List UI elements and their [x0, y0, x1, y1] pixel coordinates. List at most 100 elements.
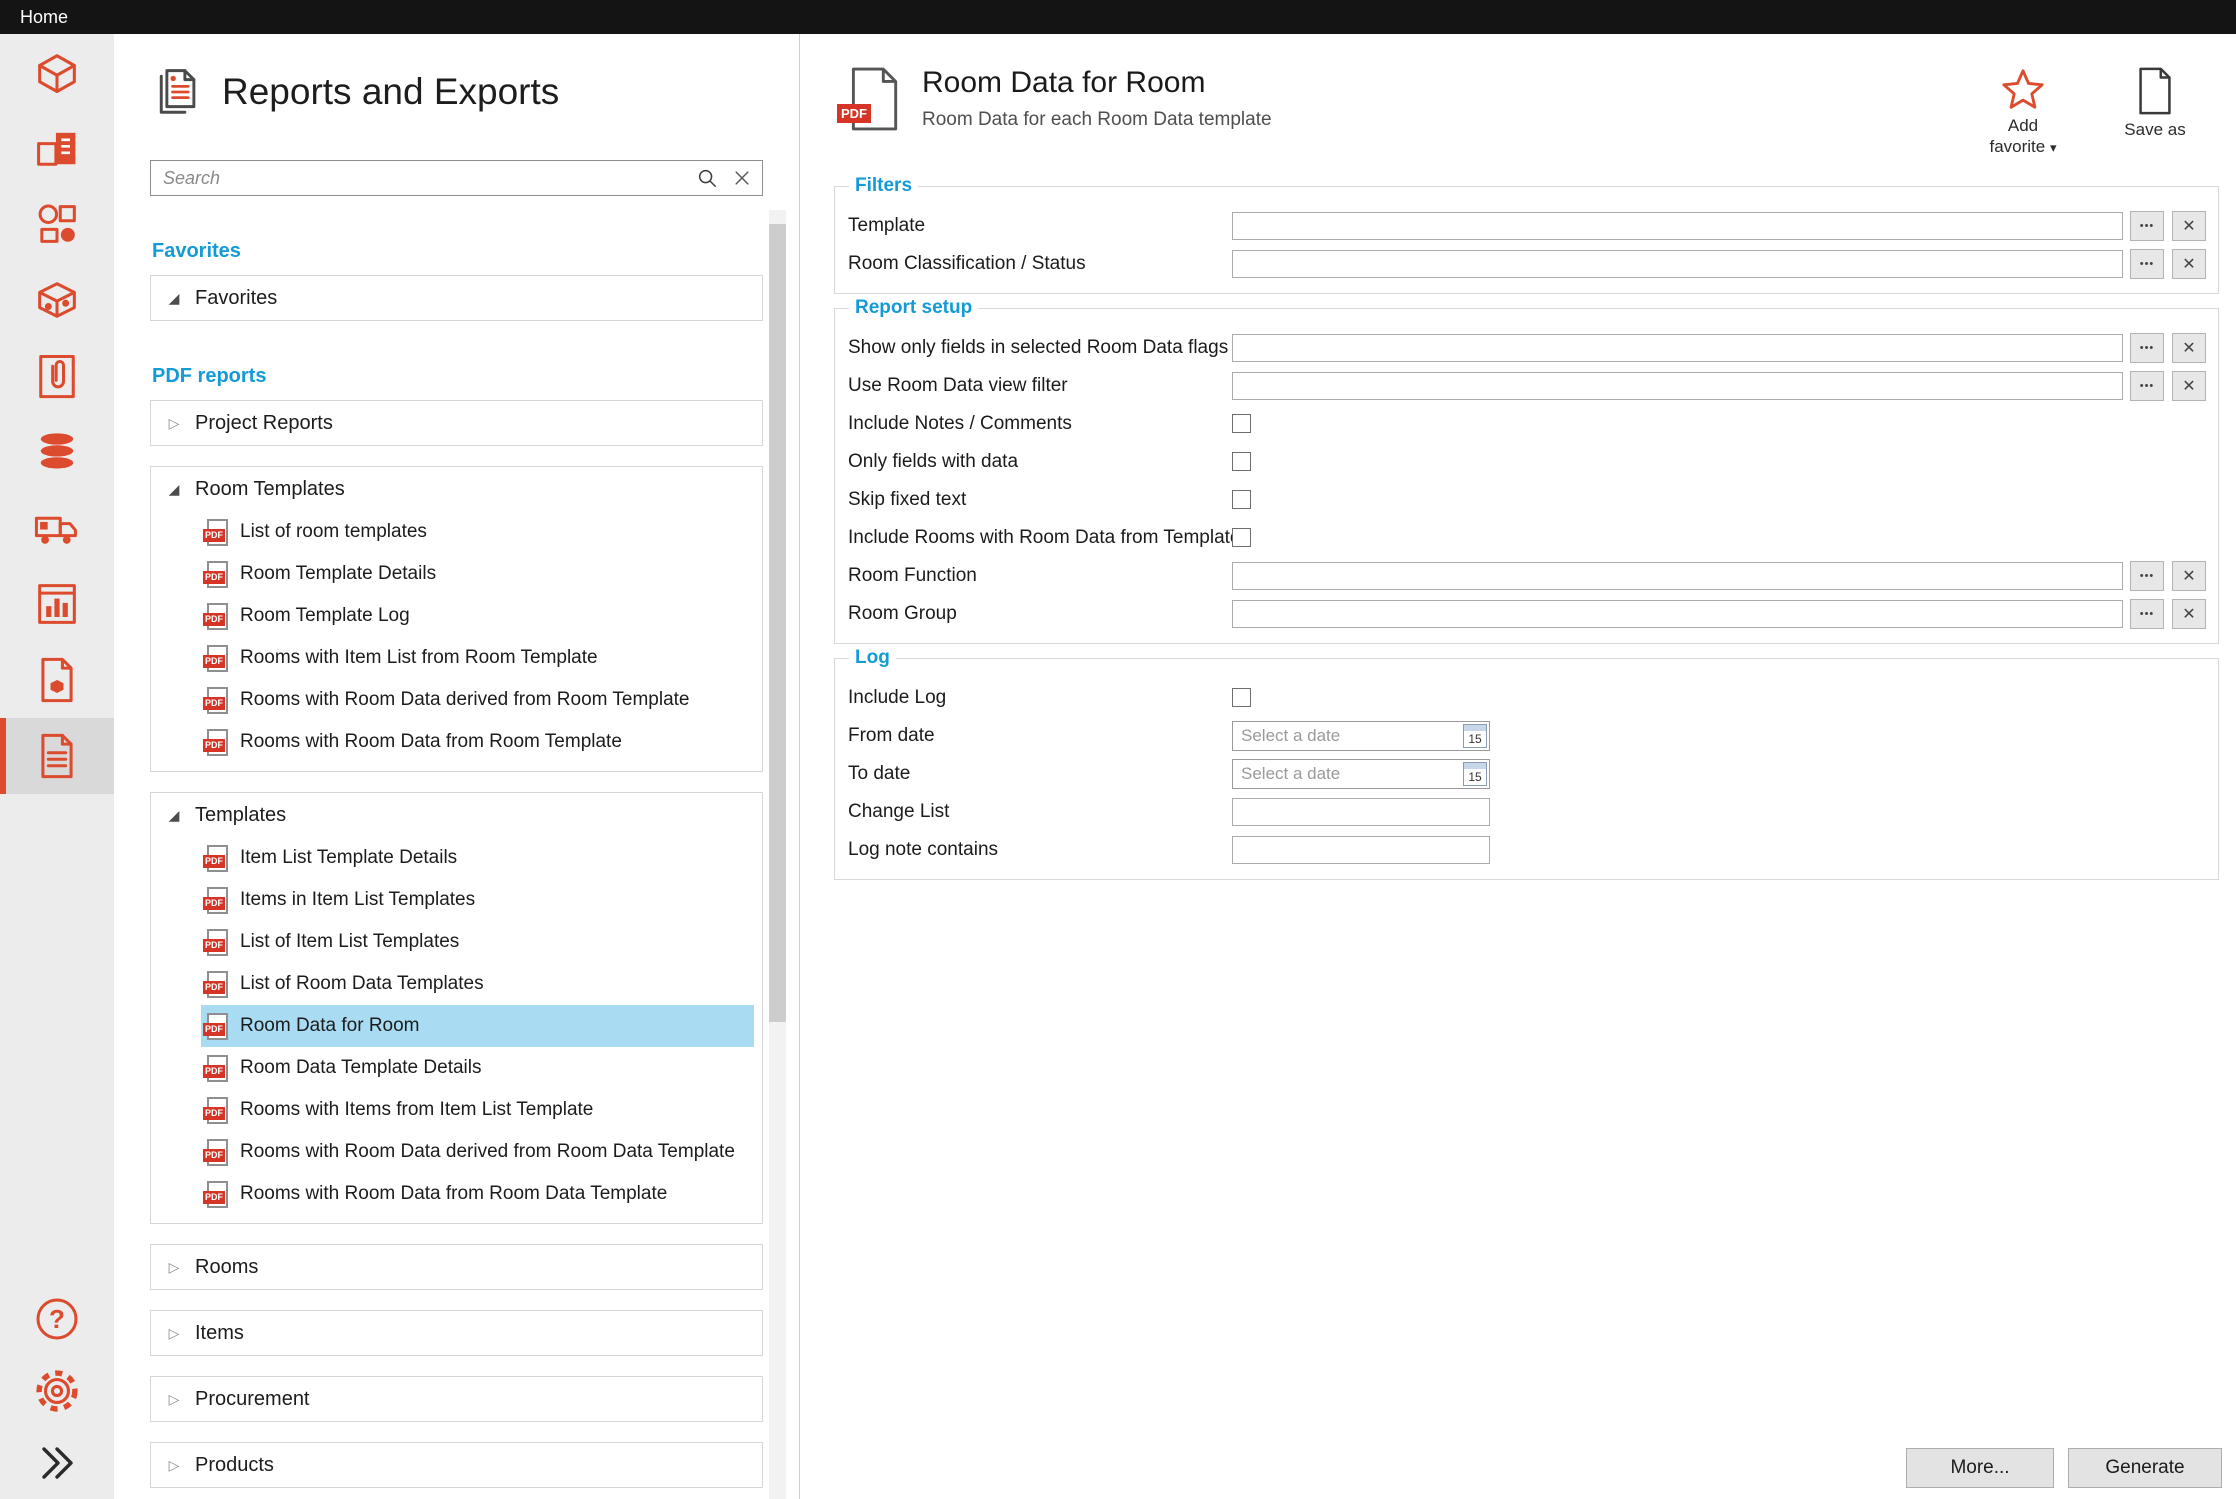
- template-clear-button[interactable]: ✕: [2172, 211, 2206, 241]
- room-function-input[interactable]: [1232, 562, 2123, 590]
- room-classification-input[interactable]: [1232, 250, 2123, 278]
- room-group-browse-button[interactable]: •••: [2130, 599, 2164, 629]
- room-data-flags-clear-button[interactable]: ✕: [2172, 333, 2206, 363]
- report-header: PDF Room Data for Room Room Data for eac…: [800, 34, 2236, 158]
- sidebar-item-box-items[interactable]: [0, 262, 114, 338]
- tree-item[interactable]: PDF Items in Item List Templates: [201, 879, 754, 921]
- tree-item-label: List of Item List Templates: [240, 931, 459, 953]
- generate-button[interactable]: Generate: [2068, 1448, 2222, 1488]
- tree-item[interactable]: PDF Rooms with Room Data derived from Ro…: [201, 1131, 754, 1173]
- only-fields-checkbox[interactable]: [1232, 452, 1251, 471]
- tree-item[interactable]: PDF Room Template Log: [201, 595, 754, 637]
- expander-collapsed-icon[interactable]: ▷: [165, 1457, 183, 1474]
- log-note-input[interactable]: [1232, 836, 1490, 864]
- tree-item[interactable]: PDF List of Item List Templates: [201, 921, 754, 963]
- expander-collapsed-icon[interactable]: ▷: [165, 1259, 183, 1276]
- section-header-favorites[interactable]: ◢ Favorites: [151, 276, 762, 320]
- include-log-label: Include Log: [848, 687, 1232, 709]
- add-favorite-button[interactable]: Add favorite ▾: [1980, 66, 2066, 158]
- include-notes-checkbox[interactable]: [1232, 414, 1251, 433]
- log-note-label: Log note contains: [848, 839, 1232, 861]
- tree-item-selected[interactable]: PDF Room Data for Room: [201, 1005, 754, 1047]
- search-input[interactable]: [161, 167, 682, 190]
- home-button[interactable]: Home: [20, 7, 68, 28]
- room-function-browse-button[interactable]: •••: [2130, 561, 2164, 591]
- sidebar-item-expand[interactable]: [0, 1427, 114, 1499]
- tree-item[interactable]: PDF Rooms with Room Data from Room Templ…: [201, 721, 754, 763]
- sidebar-item-buildings[interactable]: [0, 110, 114, 186]
- expander-expanded-icon[interactable]: ◢: [165, 290, 183, 307]
- clear-search-icon[interactable]: [732, 168, 752, 188]
- expander-collapsed-icon[interactable]: ▷: [165, 1391, 183, 1408]
- tree-item[interactable]: PDF Room Template Details: [201, 553, 754, 595]
- section-header-rooms[interactable]: ▷ Rooms: [151, 1245, 762, 1289]
- tree-item[interactable]: PDF Rooms with Room Data derived from Ro…: [201, 679, 754, 721]
- ellipsis-icon: •••: [2140, 570, 2155, 582]
- shapes-icon: [31, 198, 83, 250]
- save-as-label: Save as: [2124, 119, 2185, 140]
- template-input[interactable]: [1232, 212, 2123, 240]
- from-date-input[interactable]: [1232, 721, 1490, 751]
- template-label: Template: [848, 215, 1232, 237]
- section-header-room-templates[interactable]: ◢ Room Templates: [151, 467, 762, 511]
- search-icon[interactable]: [696, 167, 718, 189]
- section-header-products[interactable]: ▷ Products: [151, 1443, 762, 1487]
- sidebar-item-attachments[interactable]: [0, 338, 114, 414]
- room-group-input[interactable]: [1232, 600, 2123, 628]
- section-header-items[interactable]: ▷ Items: [151, 1311, 762, 1355]
- include-log-checkbox[interactable]: [1232, 688, 1251, 707]
- more-button[interactable]: More...: [1906, 1448, 2054, 1488]
- sidebar-item-logistics[interactable]: [0, 490, 114, 566]
- pdf-file-icon: PDF: [207, 645, 228, 672]
- save-as-button[interactable]: Save as: [2112, 66, 2198, 140]
- section-header-templates[interactable]: ◢ Templates: [151, 793, 762, 837]
- calendar-icon[interactable]: 15: [1463, 724, 1487, 748]
- calendar-icon[interactable]: 15: [1463, 762, 1487, 786]
- report-subtitle: Room Data for each Room Data template: [922, 109, 1272, 131]
- expander-collapsed-icon[interactable]: ▷: [165, 1325, 183, 1342]
- change-list-input[interactable]: [1232, 798, 1490, 826]
- sidebar-item-shapes[interactable]: [0, 186, 114, 262]
- sidebar-item-model[interactable]: [0, 34, 114, 110]
- view-filter-input[interactable]: [1232, 372, 2123, 400]
- expander-collapsed-icon[interactable]: ▷: [165, 415, 183, 432]
- sidebar-item-document-cube[interactable]: [0, 642, 114, 718]
- tree-scrollbar-thumb[interactable]: [769, 224, 786, 1022]
- sidebar-item-settings[interactable]: [0, 1355, 114, 1427]
- sidebar-item-database[interactable]: [0, 414, 114, 490]
- section-label: Favorites: [195, 287, 277, 310]
- save-as-icon: [2133, 66, 2177, 116]
- tree-item[interactable]: PDF Rooms with Items from Item List Temp…: [201, 1089, 754, 1131]
- template-browse-button[interactable]: •••: [2130, 211, 2164, 241]
- pdf-file-icon: PDF: [207, 1181, 228, 1208]
- sidebar-item-reports[interactable]: [0, 718, 114, 794]
- tree-item[interactable]: PDF Room Data Template Details: [201, 1047, 754, 1089]
- pdf-file-icon: PDF: [207, 603, 228, 630]
- tree-item[interactable]: PDF Rooms with Item List from Room Templ…: [201, 637, 754, 679]
- room-group-clear-button[interactable]: ✕: [2172, 599, 2206, 629]
- view-filter-browse-button[interactable]: •••: [2130, 371, 2164, 401]
- tree-item[interactable]: PDF Item List Template Details: [201, 837, 754, 879]
- tree-scrollbar[interactable]: [769, 210, 786, 1499]
- tree-item[interactable]: PDF Rooms with Room Data from Room Data …: [201, 1173, 754, 1215]
- room-data-flags-browse-button[interactable]: •••: [2130, 333, 2164, 363]
- tree-item[interactable]: PDF List of Room Data Templates: [201, 963, 754, 1005]
- pdf-file-icon: PDF: [207, 887, 228, 914]
- expander-expanded-icon[interactable]: ◢: [165, 481, 183, 498]
- sidebar-item-help[interactable]: ?: [0, 1283, 114, 1355]
- room-data-flags-input[interactable]: [1232, 334, 2123, 362]
- skip-fixed-text-checkbox[interactable]: [1232, 490, 1251, 509]
- section-header-procurement[interactable]: ▷ Procurement: [151, 1377, 762, 1421]
- to-date-input[interactable]: [1232, 759, 1490, 789]
- tree-section-project-reports: ▷ Project Reports: [150, 400, 763, 446]
- room-classification-browse-button[interactable]: •••: [2130, 249, 2164, 279]
- room-function-clear-button[interactable]: ✕: [2172, 561, 2206, 591]
- view-filter-clear-button[interactable]: ✕: [2172, 371, 2206, 401]
- tree-item[interactable]: PDF List of room templates: [201, 511, 754, 553]
- room-classification-clear-button[interactable]: ✕: [2172, 249, 2206, 279]
- sidebar-item-statistics[interactable]: [0, 566, 114, 642]
- section-header-project-reports[interactable]: ▷ Project Reports: [151, 401, 762, 445]
- expander-expanded-icon[interactable]: ◢: [165, 807, 183, 824]
- include-rooms-checkbox[interactable]: [1232, 528, 1251, 547]
- only-fields-label: Only fields with data: [848, 451, 1232, 473]
